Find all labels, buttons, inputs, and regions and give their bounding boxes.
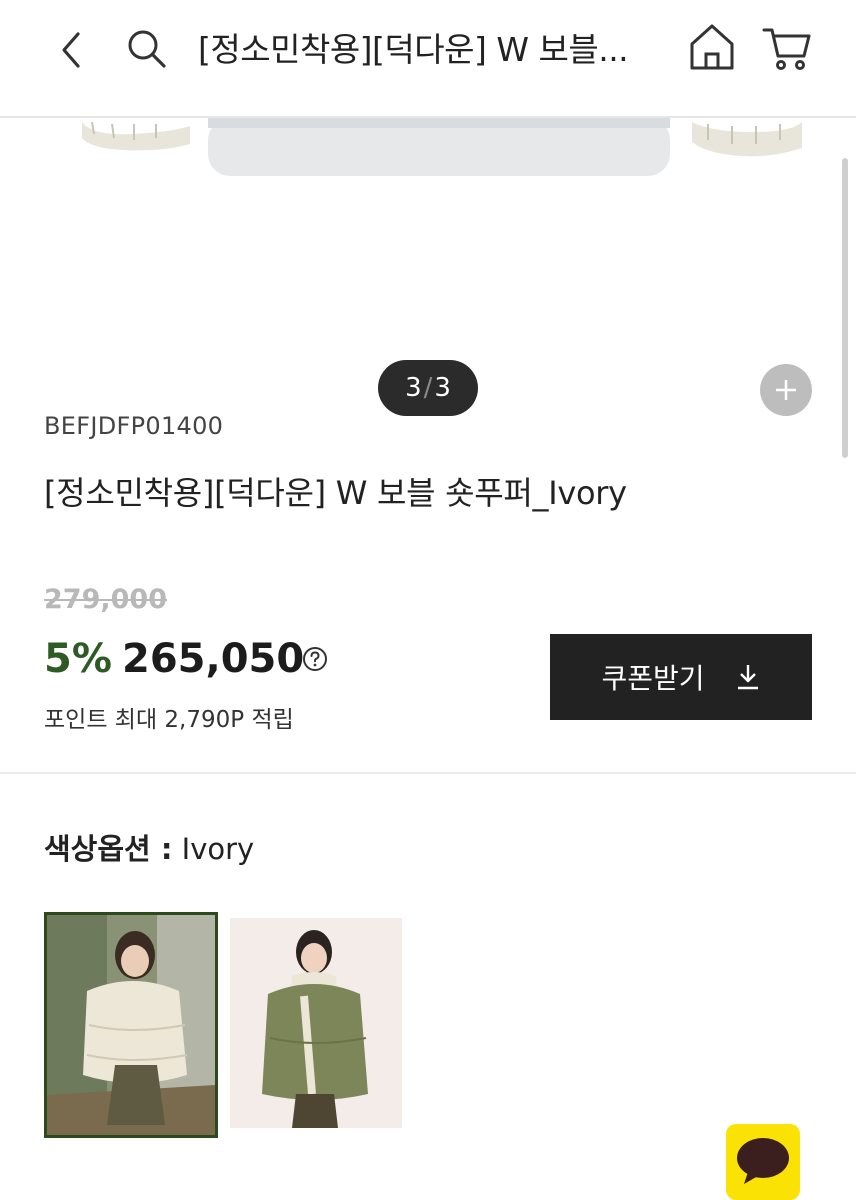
color-option-title: 색상옵션 : — [44, 832, 173, 866]
slide-separator: / — [423, 373, 433, 403]
help-icon[interactable] — [302, 646, 328, 672]
kakao-chat-button[interactable] — [726, 1124, 800, 1200]
swatch-image-ivory — [47, 915, 215, 1135]
product-name: [정소민착용][덕다운] W 보블 숏푸퍼_Ivory — [44, 474, 627, 512]
swatch-image-khaki — [230, 918, 402, 1128]
download-icon — [737, 665, 758, 690]
color-swatch-khaki[interactable] — [230, 918, 402, 1128]
cart-icon[interactable] — [762, 24, 812, 72]
color-swatch-ivory[interactable] — [44, 912, 218, 1138]
top-header: [정소민착용][덕다운] W 보블... — [0, 0, 856, 118]
header-title: [정소민착용][덕다운] W 보블... — [198, 30, 629, 69]
section-divider — [0, 772, 856, 774]
product-detail-page: [정소민착용][덕다운] W 보블... 3/3 BEFJDFP01400 [정… — [0, 0, 856, 1200]
slide-current: 3 — [405, 373, 422, 403]
back-icon[interactable] — [52, 28, 92, 72]
home-icon[interactable] — [688, 22, 736, 72]
slide-counter: 3/3 — [378, 360, 478, 416]
product-image-carousel[interactable]: 3/3 — [0, 118, 856, 416]
zoom-button[interactable] — [760, 364, 812, 416]
plus-icon — [776, 380, 796, 400]
product-sku: BEFJDFP01400 — [44, 412, 224, 440]
search-icon[interactable] — [124, 26, 170, 72]
slide-total: 3 — [434, 373, 451, 403]
original-price: 279,000 — [44, 584, 167, 615]
color-option-selected: Ivory — [181, 832, 255, 866]
discount-rate: 5% — [44, 636, 112, 682]
scrollbar[interactable] — [842, 158, 848, 458]
color-option-label: 색상옵션 : Ivory — [44, 826, 254, 868]
coupon-download-button[interactable]: 쿠폰받기 — [550, 634, 812, 720]
sale-price: 265,050 — [122, 636, 305, 682]
coupon-button-label: 쿠폰받기 — [601, 662, 705, 695]
product-image — [82, 118, 802, 176]
points-info: 포인트 최대 2,790P 적립 — [44, 707, 294, 733]
chat-bubble-icon — [737, 1138, 789, 1184]
